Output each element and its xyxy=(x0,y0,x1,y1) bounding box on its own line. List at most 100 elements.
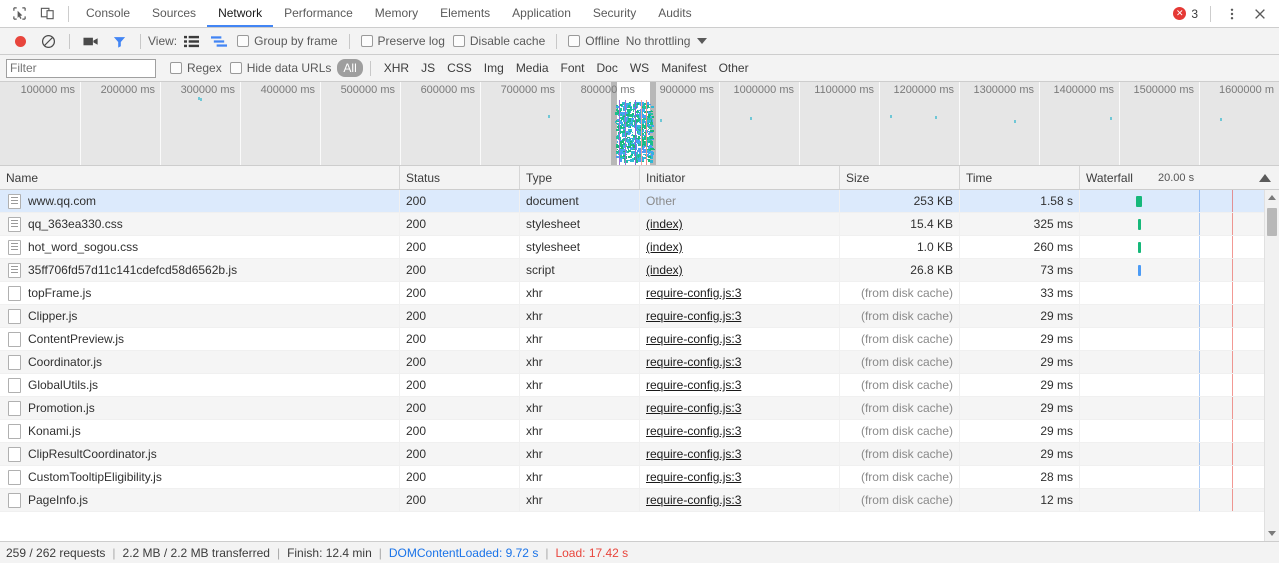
column-header-status[interactable]: Status xyxy=(400,166,520,189)
request-name-label: qq_363ea330.css xyxy=(28,217,123,231)
funnel-icon[interactable] xyxy=(105,29,133,54)
initiator-link[interactable]: require-config.js:3 xyxy=(646,401,741,415)
record-icon[interactable] xyxy=(6,29,34,54)
initiator-link[interactable]: require-config.js:3 xyxy=(646,355,741,369)
column-header-time[interactable]: Time xyxy=(960,166,1080,189)
tab-audits[interactable]: Audits xyxy=(647,0,702,27)
initiator-link[interactable]: require-config.js:3 xyxy=(646,493,741,507)
tab-security[interactable]: Security xyxy=(582,0,647,27)
cell-time: 73 ms xyxy=(960,259,1080,281)
more-vertical-icon[interactable] xyxy=(1219,1,1245,27)
waterfall-view-icon[interactable] xyxy=(205,29,233,54)
column-header-initiator[interactable]: Initiator xyxy=(640,166,840,189)
filter-type-js[interactable]: JS xyxy=(415,61,441,75)
tab-sources[interactable]: Sources xyxy=(141,0,207,27)
overview-request-bar xyxy=(642,130,644,132)
table-row[interactable]: qq_363ea330.css 200 stylesheet (index) 15.4 … xyxy=(0,213,1279,236)
column-header-name[interactable]: Name xyxy=(0,166,400,189)
table-row[interactable]: ContentPreview.js 200 xhr require-config.js… xyxy=(0,328,1279,351)
table-row[interactable]: Promotion.js 200 xhr require-config.js:3 (fr… xyxy=(0,397,1279,420)
scroll-up-arrow[interactable] xyxy=(1265,190,1279,205)
filter-type-all[interactable]: All xyxy=(337,59,363,77)
overview-request-bar xyxy=(622,114,623,117)
table-row[interactable]: ClipResultCoordinator.js 200 xhr require-co… xyxy=(0,443,1279,466)
waterfall-dom-content-loaded-line xyxy=(1199,489,1200,511)
cell-time: 260 ms xyxy=(960,236,1080,258)
table-row[interactable]: CustomTooltipEligibility.js 200 xhr require… xyxy=(0,466,1279,489)
overview-tick-label: 1600000 m xyxy=(1218,84,1274,96)
cell-type: script xyxy=(520,259,640,281)
column-header-type[interactable]: Type xyxy=(520,166,640,189)
search-input[interactable] xyxy=(6,58,156,78)
filter-type-manifest[interactable]: Manifest xyxy=(655,61,712,75)
cell-name: ContentPreview.js xyxy=(0,328,400,350)
tab-application[interactable]: Application xyxy=(501,0,582,27)
table-row[interactable]: www.qq.com 200 document Other 253 KB 1.58 s xyxy=(0,190,1279,213)
initiator-link[interactable]: require-config.js:3 xyxy=(646,286,741,300)
overview-request-bar xyxy=(616,105,618,106)
initiator-link[interactable]: require-config.js:3 xyxy=(646,424,741,438)
initiator-link[interactable]: (index) xyxy=(646,217,683,231)
tab-console[interactable]: Console xyxy=(75,0,141,27)
column-header-waterfall[interactable]: Waterfall 20.00 s xyxy=(1080,166,1279,189)
table-row[interactable]: GlobalUtils.js 200 xhr require-config.js:3 (… xyxy=(0,374,1279,397)
close-icon[interactable] xyxy=(1247,1,1273,27)
tab-label: Console xyxy=(86,5,131,20)
filter-type-font[interactable]: Font xyxy=(555,61,591,75)
filter-type-css[interactable]: CSS xyxy=(441,61,478,75)
initiator-link[interactable]: require-config.js:3 xyxy=(646,309,741,323)
scroll-down-arrow[interactable] xyxy=(1265,526,1279,541)
initiator-link[interactable]: require-config.js:3 xyxy=(646,378,741,392)
sort-ascending-icon[interactable] xyxy=(1259,173,1271,182)
filter-type-img[interactable]: Img xyxy=(478,61,510,75)
throttling-dropdown[interactable]: No throttling xyxy=(624,34,708,48)
camera-icon[interactable] xyxy=(77,29,105,54)
device-toolbar-icon[interactable] xyxy=(34,1,60,27)
cell-time: 28 ms xyxy=(960,466,1080,488)
initiator-link[interactable]: require-config.js:3 xyxy=(646,447,741,461)
regex-checkbox[interactable]: Regex xyxy=(166,61,226,75)
initiator-link[interactable]: require-config.js:3 xyxy=(646,470,741,484)
list-view-icon[interactable] xyxy=(177,29,205,54)
table-row[interactable]: PageInfo.js 200 xhr require-config.js:3 (fro… xyxy=(0,489,1279,512)
overview-request-bar xyxy=(638,119,640,121)
error-count-badge[interactable]: ✕ 3 xyxy=(1169,7,1202,21)
tab-network[interactable]: Network xyxy=(207,0,274,27)
clear-icon[interactable] xyxy=(34,29,62,54)
overview-request-bar xyxy=(621,126,622,128)
initiator-link[interactable]: (index) xyxy=(646,263,683,277)
tab-performance[interactable]: Performance xyxy=(273,0,364,27)
initiator-link[interactable]: (index) xyxy=(646,240,683,254)
filter-type-media[interactable]: Media xyxy=(510,61,555,75)
offline-checkbox[interactable]: Offline xyxy=(564,34,623,48)
preserve-log-checkbox[interactable]: Preserve log xyxy=(357,34,449,48)
table-row[interactable]: 35ff706fd57d11c141cdefcd58d6562b.js 200 sc… xyxy=(0,259,1279,282)
overview-request-bar xyxy=(638,127,640,129)
request-count-label: 259 / 262 requests xyxy=(6,545,106,560)
table-row[interactable]: Konami.js 200 xhr require-config.js:3 (from … xyxy=(0,420,1279,443)
inspect-cursor-icon[interactable] xyxy=(6,1,32,27)
column-header-size[interactable]: Size xyxy=(840,166,960,189)
cell-status: 200 xyxy=(400,213,520,235)
tab-memory[interactable]: Memory xyxy=(364,0,429,27)
group-by-frame-checkbox[interactable]: Group by frame xyxy=(233,34,341,48)
cell-size: (from disk cache) xyxy=(840,420,960,442)
disable-cache-checkbox[interactable]: Disable cache xyxy=(449,34,549,48)
table-row[interactable]: hot_word_sogou.css 200 stylesheet (index) 1.… xyxy=(0,236,1279,259)
filter-type-xhr[interactable]: XHR xyxy=(378,61,415,75)
initiator-link[interactable]: require-config.js:3 xyxy=(646,332,741,346)
filter-type-other[interactable]: Other xyxy=(713,61,755,75)
waterfall-bar xyxy=(1138,219,1141,230)
network-overview-timeline[interactable]: 100000 ms 200000 ms 300000 ms 400000 ms 5000… xyxy=(0,82,1279,166)
checkbox-box xyxy=(237,35,250,47)
table-row[interactable]: Clipper.js 200 xhr require-config.js:3 (from… xyxy=(0,305,1279,328)
table-row[interactable]: topFrame.js 200 xhr require-config.js:3 (fro… xyxy=(0,282,1279,305)
filter-type-ws[interactable]: WS xyxy=(624,61,655,75)
table-row[interactable]: Coordinator.js 200 xhr require-config.js:3 (… xyxy=(0,351,1279,374)
tab-elements[interactable]: Elements xyxy=(429,0,501,27)
hide-data-urls-checkbox[interactable]: Hide data URLs xyxy=(226,61,336,75)
tab-label: Network xyxy=(218,5,263,20)
vertical-scrollbar[interactable] xyxy=(1264,190,1279,541)
scrollbar-thumb[interactable] xyxy=(1267,208,1277,236)
filter-type-doc[interactable]: Doc xyxy=(591,61,624,75)
